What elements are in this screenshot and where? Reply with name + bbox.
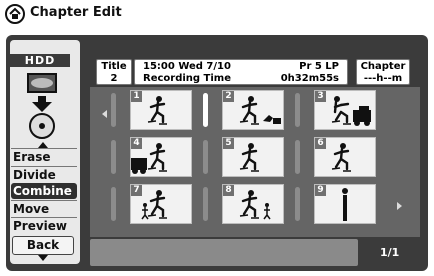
menu-divide[interactable]: Divide — [11, 166, 77, 182]
chapter-marker[interactable] — [295, 187, 300, 221]
chapter-thumbnail[interactable]: 6 — [314, 137, 376, 177]
chapter-number: 7 — [131, 185, 142, 196]
chapter-marker[interactable] — [111, 93, 116, 127]
status-bar — [90, 239, 358, 266]
chapter-thumbnail[interactable]: 3 — [314, 90, 376, 130]
recording-info: 15:00 Wed 7/10 Pr 5 LP Recording Time 0h… — [134, 59, 348, 85]
chapter-number: 6 — [315, 138, 326, 149]
chapter-number: 5 — [223, 138, 234, 149]
chapter-number: 3 — [315, 91, 326, 102]
chapter-marker[interactable] — [111, 187, 116, 221]
title-label: Title — [101, 61, 127, 72]
chapter-thumbnail[interactable]: 7 — [130, 184, 192, 224]
menu-preview[interactable]: Preview — [11, 217, 77, 233]
menu-combine[interactable]: Combine — [11, 183, 77, 199]
chapter-marker[interactable] — [295, 140, 300, 174]
chapter-thumbnail[interactable]: 8 — [222, 184, 284, 224]
chapter-marker[interactable] — [111, 140, 116, 174]
title-info: Title 2 — [96, 59, 132, 85]
chapter-thumbnail[interactable]: 9 — [314, 184, 376, 224]
chapter-label: Chapter — [360, 61, 406, 72]
chapter-number: 1 — [131, 91, 142, 102]
chapter-marker[interactable] — [203, 140, 208, 174]
recording-datetime: 15:00 Wed 7/10 — [143, 61, 231, 72]
menu-move[interactable]: Move — [11, 200, 77, 216]
back-button[interactable]: Back — [12, 236, 74, 255]
title-bar: Chapter Edit — [4, 2, 304, 28]
recording-program: Pr 5 LP — [299, 61, 339, 72]
chapter-number: 4 — [131, 138, 142, 149]
hdd-disc-icon — [27, 73, 57, 139]
chapter-edit-icon — [5, 4, 25, 24]
recording-time-value: 0h32m55s — [280, 73, 339, 84]
chapter-info: Chapter ---h--m — [356, 59, 410, 85]
chapter-marker[interactable] — [203, 187, 208, 221]
drive-label: HDD — [10, 54, 70, 67]
title-number: 2 — [110, 73, 118, 84]
chapter-thumbnail[interactable]: 4 — [130, 137, 192, 177]
chapter-thumbnail[interactable]: 5 — [222, 137, 284, 177]
chapter-number: 9 — [315, 185, 326, 196]
arrow-right-icon[interactable] — [397, 202, 402, 210]
chapter-number: 2 — [223, 91, 234, 102]
page-indicator: 1/1 — [380, 246, 400, 259]
chapter-thumbnail[interactable]: 1 — [130, 90, 192, 130]
chapter-thumbnail[interactable]: 2 — [222, 90, 284, 130]
menu-erase[interactable]: Erase — [11, 148, 77, 164]
chapter-number: 8 — [223, 185, 234, 196]
recording-time-label: Recording Time — [143, 73, 232, 84]
menu-down-arrow-icon[interactable] — [38, 255, 48, 261]
chapter-marker[interactable] — [295, 93, 300, 127]
chapter-marker[interactable] — [203, 93, 208, 127]
chapter-value: ---h--m — [363, 73, 403, 84]
screen-title: Chapter Edit — [30, 5, 122, 20]
arrow-left-icon[interactable] — [102, 110, 107, 118]
